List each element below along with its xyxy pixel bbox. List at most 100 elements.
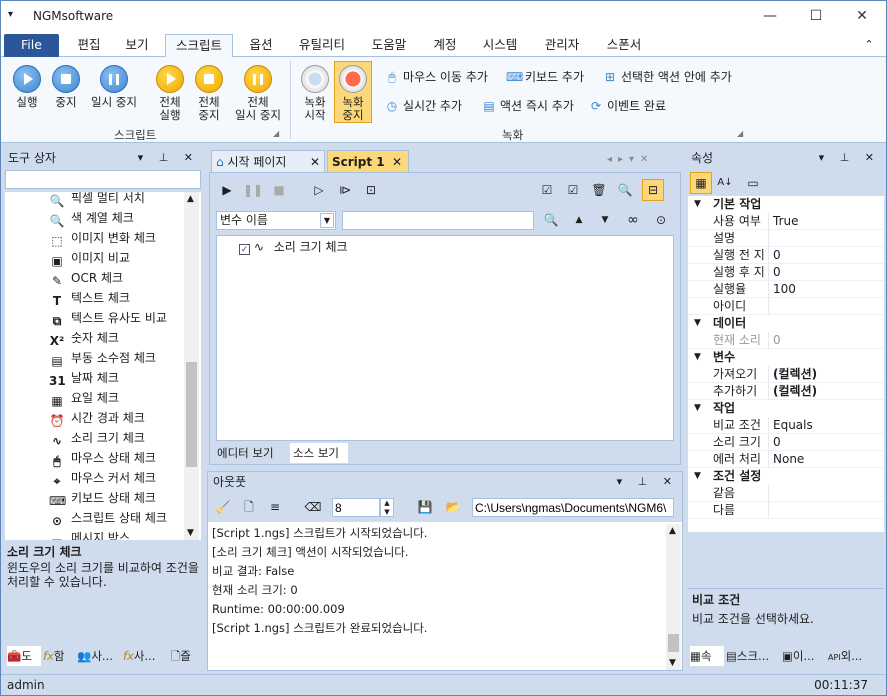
property-category[interactable]: ▼ 작업 [688, 400, 884, 417]
toolbox-item[interactable]: ⌖ 마우스 커서 체크 [49, 468, 156, 488]
toolbox-item[interactable]: ⌨ 키보드 상태 체크 [49, 488, 156, 508]
collapse-icon[interactable]: ▼ [694, 400, 701, 417]
scroll-thumb[interactable] [668, 634, 679, 652]
toolbox-item[interactable]: ▤ 부동 소수점 체크 [49, 348, 156, 368]
toolbox-item[interactable]: ▣ 이미지 비교 [49, 248, 130, 268]
tab-account[interactable]: 계정 [423, 34, 467, 57]
property-row[interactable]: 실행 전 지 0 [688, 247, 884, 264]
tab-view[interactable]: 보기 [115, 34, 159, 57]
stop-icon[interactable]: ■ [268, 179, 290, 201]
property-row[interactable]: 추가하기 (컬렉션) [688, 383, 884, 400]
close-button[interactable]: ✕ [839, 1, 885, 32]
next-icon[interactable]: ▼ [594, 209, 616, 231]
clear-icon[interactable]: 🧹 [212, 496, 234, 518]
toolbox-item[interactable]: 31 날짜 체크 [49, 368, 119, 388]
record-stop-button[interactable]: 녹화 중지 [335, 65, 371, 122]
toolbox-item[interactable]: T 텍스트 체크 [49, 288, 130, 308]
toolbox-item[interactable]: 🔍 픽셀 멀티 서치 [49, 192, 145, 208]
collapse-icon[interactable]: ▼ [694, 315, 701, 332]
output-scrollbar[interactable]: ▲ ▼ [666, 524, 681, 670]
event-complete-button[interactable]: ⟳ 이벤트 완료 [588, 97, 666, 115]
property-row[interactable]: 실행 후 지 0 [688, 264, 884, 281]
search-icon[interactable]: 🔍 [540, 209, 562, 231]
property-row[interactable]: 가져오기 (컬렉션) [688, 366, 884, 383]
variable-search-input[interactable] [342, 211, 534, 230]
toolbox-item[interactable]: ∿ 소리 크기 체크 [49, 428, 145, 448]
property-category[interactable]: ▼ 변수 [688, 349, 884, 366]
categorized-icon[interactable]: ▦ [690, 172, 712, 194]
tree-view-icon[interactable]: ⊟ [642, 179, 664, 201]
toolbox-item[interactable]: X² 숫자 체크 [49, 328, 119, 348]
tab-utility[interactable]: 유틸리티 [291, 34, 353, 57]
tab-options[interactable]: 옵션 [239, 34, 283, 57]
collapse-icon[interactable]: ▼ [694, 468, 701, 485]
property-row[interactable]: 설명 [688, 230, 884, 247]
maximize-button[interactable]: ☐ [793, 1, 839, 32]
property-row[interactable]: 다름 [688, 502, 884, 519]
tab-external[interactable]: API외... [828, 646, 882, 666]
run-all-button[interactable]: 전체 실행 [152, 65, 188, 122]
chevron-down-icon[interactable]: ▼ [320, 213, 334, 228]
minimize-button[interactable]: — [747, 1, 793, 32]
file-tab[interactable]: File [4, 34, 59, 57]
dialog-launcher-icon[interactable]: ◢ [273, 129, 279, 138]
sort-az-icon[interactable]: A↓ [714, 172, 736, 194]
pause-all-button[interactable]: 전체 일시 중지 [229, 65, 287, 122]
tab-system[interactable]: 시스템 [475, 34, 525, 57]
tab-sponsor[interactable]: 스폰서 [597, 34, 651, 57]
tab-start-page[interactable]: ⌂ 시작 페이지 ✕ [211, 150, 325, 172]
record-start-button[interactable]: 녹화 시작 [297, 65, 333, 122]
toolbox-item[interactable]: ⧉ 텍스트 유사도 비교 [49, 308, 167, 328]
property-row[interactable]: 아이디 [688, 298, 884, 315]
tab-properties[interactable]: ▦속 [690, 646, 724, 666]
font-size-input[interactable] [332, 498, 380, 517]
collapse-icon[interactable]: ▼ [694, 349, 701, 366]
close-tab-icon[interactable]: ✕ [392, 151, 402, 173]
tab-image[interactable]: ▣이... [782, 646, 826, 666]
run-icon[interactable]: ▶ [216, 179, 238, 201]
toolbox-item[interactable]: ⊙ 스크립트 상태 체크 [49, 508, 167, 528]
tab-script[interactable]: 스크립트 [165, 34, 233, 57]
property-pages-icon[interactable]: ▭ [742, 172, 764, 194]
new-file-icon[interactable]: 🗋 [238, 496, 260, 518]
chevron-up-icon[interactable]: ⌃ [859, 34, 879, 57]
checkbox-icon[interactable]: ✓ [239, 244, 250, 255]
tab-admin[interactable]: 관리자 [535, 34, 589, 57]
variable-select[interactable]: 변수 이름 ▼ [216, 211, 336, 230]
pause-icon[interactable]: ❚❚ [242, 179, 264, 201]
add-inside-selected-button[interactable]: ⊞ 선택한 액션 안에 추가 [602, 68, 732, 86]
tab-functions[interactable]: fx함 [43, 646, 75, 666]
save-icon[interactable]: 💾 [414, 496, 436, 518]
property-category[interactable]: ▼ 조건 설정 [688, 468, 884, 485]
scroll-down-icon[interactable]: ▼ [187, 528, 194, 538]
toolbox-search-input[interactable] [5, 170, 201, 189]
collapse-icon[interactable]: ▼ [694, 196, 701, 213]
property-row[interactable]: 소리 크기 0 [688, 434, 884, 451]
toolbox-item[interactable]: ▦ 요일 체크 [49, 388, 119, 408]
panel-buttons[interactable]: ▾ ⊥ ✕ [819, 148, 880, 168]
stop-button[interactable]: 중지 [48, 65, 84, 109]
toolbox-item[interactable]: ▬ 메시지 박스 [49, 528, 130, 540]
toolbox-item[interactable]: 🔍 색 계열 체크 [49, 208, 134, 228]
tab-help[interactable]: 도움말 [363, 34, 415, 57]
toolbox-item[interactable]: ⬚ 이미지 변화 체크 [49, 228, 156, 248]
spinner-icon[interactable]: ▲ ▼ [380, 498, 394, 517]
tab-edit[interactable]: 편집 [67, 34, 111, 57]
stop-all-button[interactable]: 전체 중지 [191, 65, 227, 122]
system-menu-icon[interactable]: ▾ [8, 9, 13, 20]
run-button[interactable]: 실행 [9, 65, 45, 109]
tab-user-fx[interactable]: fx사... [123, 646, 167, 666]
add-action-immediately-button[interactable]: ▤ 액션 즉시 추가 [481, 97, 574, 115]
folder-icon[interactable]: 📂 [442, 496, 464, 518]
output-path-input[interactable] [472, 498, 674, 517]
previous-icon[interactable]: ▲ [568, 209, 590, 231]
property-category[interactable]: ▼ 데이터 [688, 315, 884, 332]
infinity-icon[interactable]: ∞ [622, 209, 644, 231]
property-row[interactable]: 같음 [688, 485, 884, 502]
tree-item[interactable]: ✓ ∿ 소리 크기 체크 [239, 238, 348, 256]
property-row[interactable]: 사용 여부 True [688, 213, 884, 230]
scroll-up-icon[interactable]: ▲ [669, 526, 676, 536]
property-row[interactable]: 비교 조건 Equals [688, 417, 884, 434]
tab-script-1[interactable]: Script 1 ✕ [327, 150, 409, 172]
step-icon[interactable]: ▷ [308, 179, 330, 201]
